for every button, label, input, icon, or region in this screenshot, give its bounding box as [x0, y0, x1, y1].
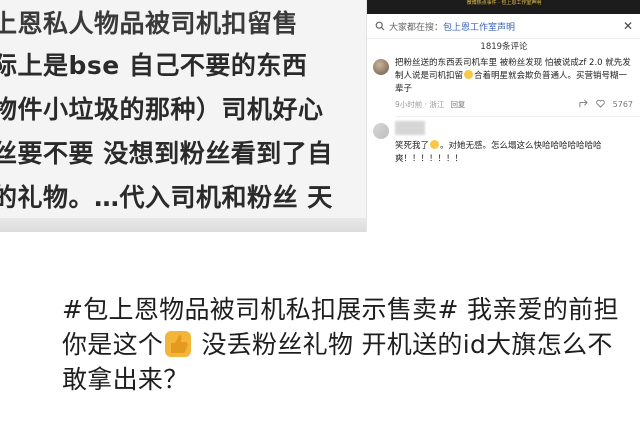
- news-banner: 微博热点事件 · 包上恩工作室声明: [367, 0, 640, 14]
- search-icon: [375, 21, 385, 31]
- left-text-line-3: 物件小垃圾的那种）司机好心: [0, 95, 324, 124]
- left-text-line-5: 的礼物。…代入司机和粉丝 天: [0, 183, 333, 212]
- close-icon[interactable]: ✕: [623, 19, 633, 33]
- thumbs-up-emoji: [165, 331, 192, 357]
- comment-time: 9小时前 · 浙江: [395, 100, 445, 109]
- comment-count: 1819条评论: [480, 42, 528, 52]
- comment-item: 笑死我了 。对她无感。怎么塌这么快哈哈哈哈哈哈哈爽！！！！！！！: [367, 121, 640, 166]
- heart-icon[interactable]: [595, 99, 605, 110]
- comment-text-part: 笑死我了: [395, 141, 430, 151]
- username-blurred: [395, 121, 425, 135]
- grin-emoji: [430, 140, 440, 149]
- comment-text: 把粉丝送的东西丢司机车里 被粉丝发现 怕被说成zf 2.0 就先发制人说是司机扣…: [395, 57, 633, 96]
- caption-text: #包上恩物品被司机私扣展示售卖# 我亲爱的前担你是这个 没丢粉丝礼物 开机送的i…: [62, 292, 632, 397]
- share-icon[interactable]: [579, 99, 588, 110]
- comment-actions: 5767: [579, 99, 633, 110]
- left-text-line-1: 上恩私人物品被司机扣留售: [0, 9, 299, 38]
- comment-screenshot-panel: 微博热点事件 · 包上恩工作室声明 大家都在搜：包上恩工作室声明 ✕ 1819条…: [366, 0, 640, 232]
- left-text-line-2: 际上是bse 自己不要的东西: [0, 51, 308, 80]
- reply-button[interactable]: 回复: [450, 99, 465, 110]
- search-bar[interactable]: 大家都在搜：包上恩工作室声明 ✕: [367, 14, 640, 39]
- comment-text: 笑死我了 。对她无感。怎么塌这么快哈哈哈哈哈哈哈爽！！！！！！！: [395, 140, 633, 166]
- search-prefix: 大家都在搜：: [389, 22, 444, 33]
- search-suggestion[interactable]: 大家都在搜：包上恩工作室声明: [389, 20, 617, 33]
- like-count: 5767: [612, 100, 633, 109]
- caption-panel: #包上恩物品被司机私扣展示售卖# 我亲爱的前担你是这个 没丢粉丝礼物 开机送的i…: [0, 232, 640, 427]
- comment-divider: [395, 116, 640, 117]
- search-query-link[interactable]: 包上恩工作室声明: [443, 23, 515, 33]
- avatar[interactable]: [373, 59, 389, 75]
- comment-item: 把粉丝送的东西丢司机车里 被粉丝发现 怕被说成zf 2.0 就先发制人说是司机扣…: [367, 57, 640, 110]
- left-text-line-4: 丝要不要 没想到粉丝看到了自: [0, 139, 333, 168]
- left-screenshot-panel: 上恩私人物品被司机扣留售 际上是bse 自己不要的东西 物件小垃圾的那种）司机好…: [0, 0, 372, 232]
- left-bottom-strip: [0, 218, 372, 232]
- grin-emoji: [464, 70, 474, 79]
- avatar[interactable]: [373, 123, 389, 139]
